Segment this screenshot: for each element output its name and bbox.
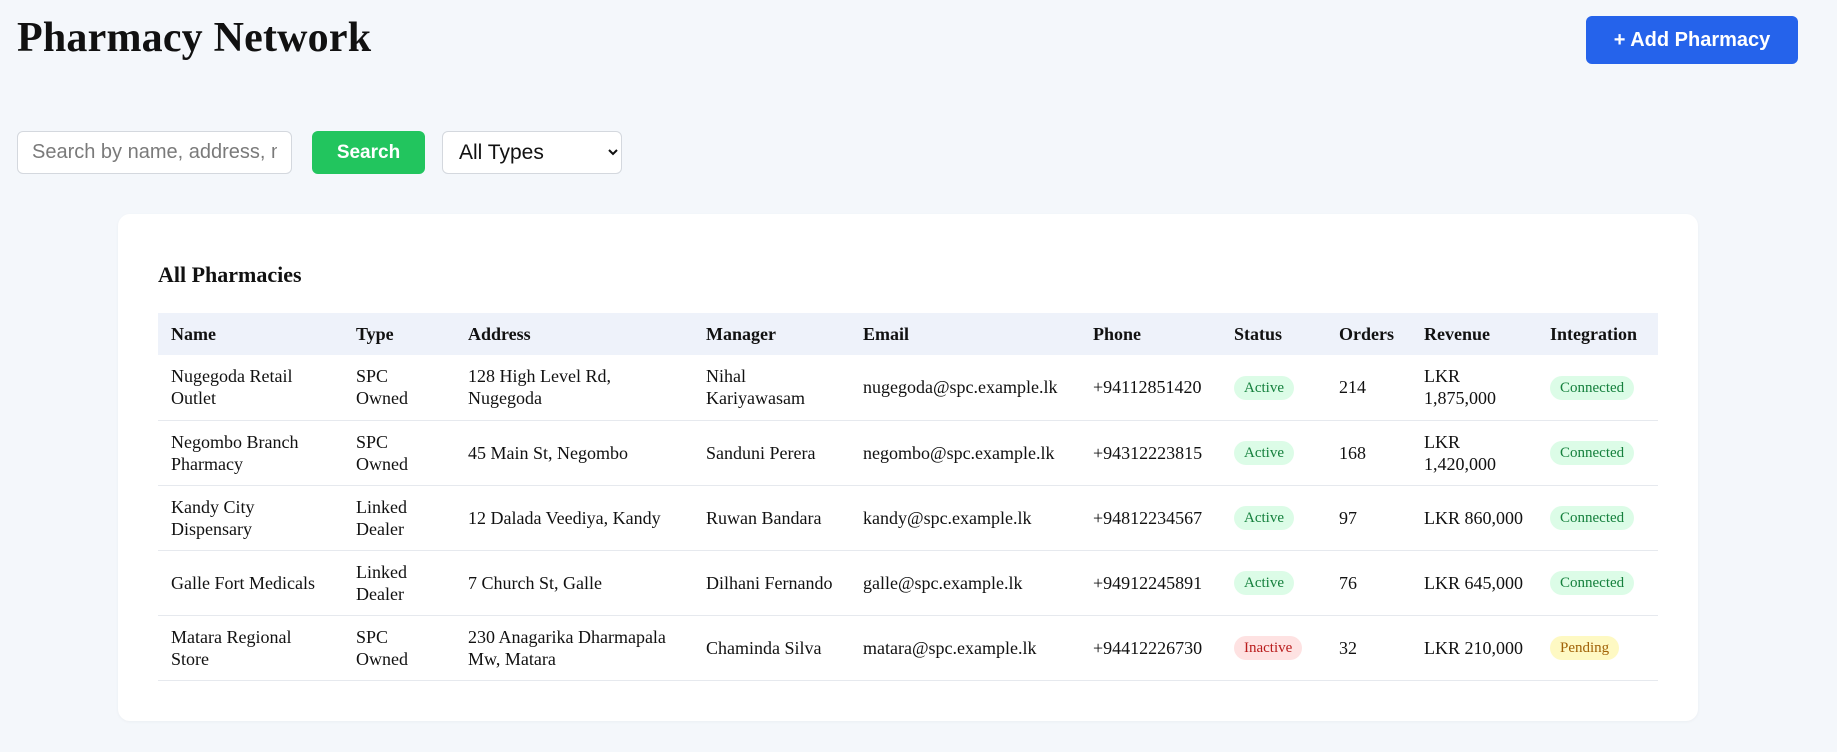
status-badge: Inactive	[1234, 636, 1303, 660]
cell-status: Active	[1221, 485, 1326, 551]
cell-manager: Sanduni Perera	[693, 420, 850, 486]
cell-orders: 32	[1326, 615, 1411, 681]
cell-orders: 97	[1326, 485, 1411, 551]
cell-address: 230 Anagarika Dharmapala Mw, Matara	[455, 615, 693, 681]
column-header: Phone	[1093, 323, 1142, 344]
cell-email: negombo@spc.example.lk	[850, 420, 1080, 486]
column-header: Name	[171, 323, 216, 344]
cell-orders: 168	[1326, 420, 1411, 486]
cell-email: matara@spc.example.lk	[850, 615, 1080, 681]
cell-type: SPC Owned	[343, 615, 455, 681]
cell-integration: Connected	[1537, 485, 1658, 551]
cell-orders: 214	[1326, 355, 1411, 421]
cell-phone: +94112851420	[1080, 355, 1221, 421]
cell-type: SPC Owned	[343, 355, 455, 421]
table-row[interactable]: Negombo Branch Pharmacy SPC Owned 45 Main …	[158, 420, 1658, 486]
table-row[interactable]: Nugegoda Retail Outlet SPC Owned 128 High …	[158, 355, 1658, 421]
integration-badge: Connected	[1550, 571, 1635, 595]
table-row[interactable]: Galle Fort Medicals Linked Dealer 7 Church…	[158, 550, 1658, 616]
cell-revenue: LKR 645,000	[1411, 550, 1537, 616]
status-badge: Active	[1234, 506, 1294, 530]
column-header: Address	[468, 323, 531, 344]
status-badge: Active	[1234, 571, 1294, 595]
cell-address: 12 Dalada Veediya, Kandy	[455, 485, 693, 551]
column-header: Type	[356, 323, 394, 344]
column-header: Email	[863, 323, 910, 344]
cell-address: 128 High Level Rd, Nugegoda	[455, 355, 693, 421]
cell-name: Matara Regional Store	[158, 615, 343, 681]
cell-integration: Pending	[1537, 615, 1658, 681]
cell-manager: Dilhani Fernando	[693, 550, 850, 616]
cell-revenue: LKR 210,000	[1411, 615, 1537, 681]
cell-revenue: LKR 1,420,000	[1411, 420, 1537, 486]
cell-phone: +94412226730	[1080, 615, 1221, 681]
cell-name: Nugegoda Retail Outlet	[158, 355, 343, 421]
cell-name: Galle Fort Medicals	[158, 550, 343, 616]
cell-manager: Ruwan Bandara	[693, 485, 850, 551]
table-row[interactable]: Matara Regional Store SPC Owned 230 Anagar…	[158, 615, 1658, 681]
table-row[interactable]: Kandy City Dispensary Linked Dealer 12 Dal…	[158, 485, 1658, 551]
cell-type: Linked Dealer	[343, 550, 455, 616]
cell-type: SPC Owned	[343, 420, 455, 486]
status-badge: Active	[1234, 441, 1294, 465]
column-header: Manager	[706, 323, 776, 344]
cell-name: Kandy City Dispensary	[158, 485, 343, 551]
pharmacies-table: Name Type Address Manager Email Phone St…	[158, 313, 1658, 681]
column-header: Integration	[1550, 323, 1637, 344]
pharmacies-card: All Pharmacies Name Type Address Manager…	[118, 214, 1698, 721]
cell-address: 7 Church St, Galle	[455, 550, 693, 616]
cell-revenue: LKR 1,875,000	[1411, 355, 1537, 421]
page-title: Pharmacy Network	[17, 15, 372, 61]
column-header: Status	[1234, 323, 1283, 344]
cell-email: galle@spc.example.lk	[850, 550, 1080, 616]
search-input[interactable]	[17, 131, 292, 174]
cell-email: nugegoda@spc.example.lk	[850, 355, 1080, 421]
cell-integration: Connected	[1537, 550, 1658, 616]
type-filter-select[interactable]: All TypesSPC OwnedLinked Dealer	[442, 131, 622, 174]
add-pharmacy-button[interactable]: + Add Pharmacy	[1586, 16, 1798, 64]
integration-badge: Connected	[1550, 375, 1635, 400]
cell-status: Active	[1221, 550, 1326, 616]
cell-phone: +94312223815	[1080, 420, 1221, 486]
cell-manager: Chaminda Silva	[693, 615, 850, 681]
status-badge: Active	[1234, 375, 1294, 400]
cell-email: kandy@spc.example.lk	[850, 485, 1080, 551]
cell-name: Negombo Branch Pharmacy	[158, 420, 343, 486]
cell-phone: +94812234567	[1080, 485, 1221, 551]
cell-integration: Connected	[1537, 355, 1658, 421]
search-toolbar: Search All TypesSPC OwnedLinked Dealer	[17, 131, 622, 174]
cell-address: 45 Main St, Negombo	[455, 420, 693, 486]
cell-type: Linked Dealer	[343, 485, 455, 551]
pharmacy-network-page: Pharmacy Network + Add Pharmacy Search A…	[0, 0, 1837, 752]
column-header: Orders	[1339, 323, 1394, 344]
card-title: All Pharmacies	[158, 262, 302, 287]
cell-revenue: LKR 860,000	[1411, 485, 1537, 551]
table-header-row: Name Type Address Manager Email Phone St…	[158, 313, 1658, 355]
cell-integration: Connected	[1537, 420, 1658, 486]
integration-badge: Connected	[1550, 506, 1635, 530]
cell-manager: Nihal Kariyawasam	[693, 355, 850, 421]
integration-badge: Connected	[1550, 441, 1635, 465]
table-body: Nugegoda Retail Outlet SPC Owned 128 High …	[158, 355, 1658, 681]
cell-status: Active	[1221, 420, 1326, 486]
cell-phone: +94912245891	[1080, 550, 1221, 616]
cell-status: Active	[1221, 355, 1326, 421]
cell-status: Inactive	[1221, 615, 1326, 681]
column-header: Revenue	[1424, 323, 1490, 344]
cell-orders: 76	[1326, 550, 1411, 616]
integration-badge: Pending	[1550, 636, 1620, 660]
search-button[interactable]: Search	[312, 131, 425, 174]
